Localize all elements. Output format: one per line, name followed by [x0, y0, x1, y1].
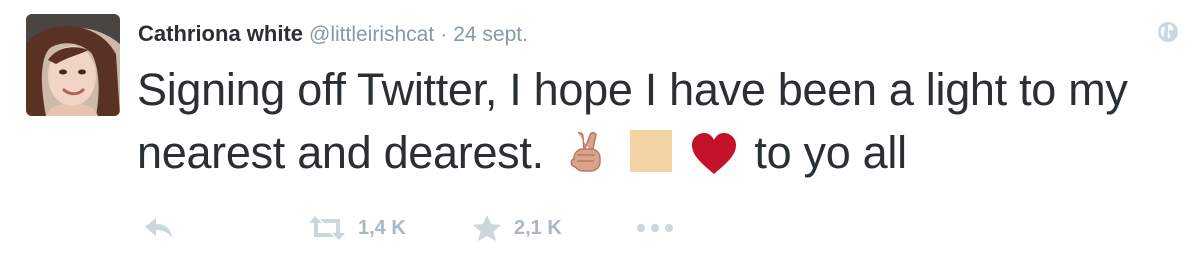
avatar-photo	[26, 14, 120, 116]
more-dots-icon	[637, 224, 673, 232]
globe-icon[interactable]	[1157, 21, 1179, 43]
more-button[interactable]	[636, 205, 674, 251]
retweet-icon	[309, 216, 345, 240]
tweet-date[interactable]: 24 sept.	[453, 23, 528, 46]
favorite-count: 2,1 K	[514, 216, 562, 239]
reply-button[interactable]	[143, 205, 175, 251]
star-icon	[473, 215, 501, 241]
reply-icon	[145, 218, 172, 238]
tweet-header: Cathriona white @littleirishcat · 24 sept.	[138, 18, 528, 50]
display-name[interactable]: Cathriona white	[138, 21, 303, 46]
victory-hand-icon	[566, 128, 610, 174]
separator-dot: ·	[440, 23, 448, 46]
retweet-count: 1,4 K	[358, 216, 406, 239]
avatar[interactable]	[26, 14, 120, 116]
retweet-button[interactable]: 1,4 K	[308, 205, 406, 251]
user-handle[interactable]: @littleirishcat	[309, 23, 434, 46]
tweet-card: Cathriona white @littleirishcat · 24 sept. …	[0, 0, 1200, 264]
tweet-text: Signing off Twitter, I hope I have been …	[137, 58, 1177, 184]
favorite-button[interactable]: 2,1 K	[472, 205, 562, 251]
tweet-actions: 1,4 K 2,1 K	[0, 205, 1200, 251]
red-heart-icon	[690, 129, 738, 175]
tweet-text-end: to yo all	[754, 127, 907, 178]
skin-tone-square-icon	[630, 130, 673, 173]
